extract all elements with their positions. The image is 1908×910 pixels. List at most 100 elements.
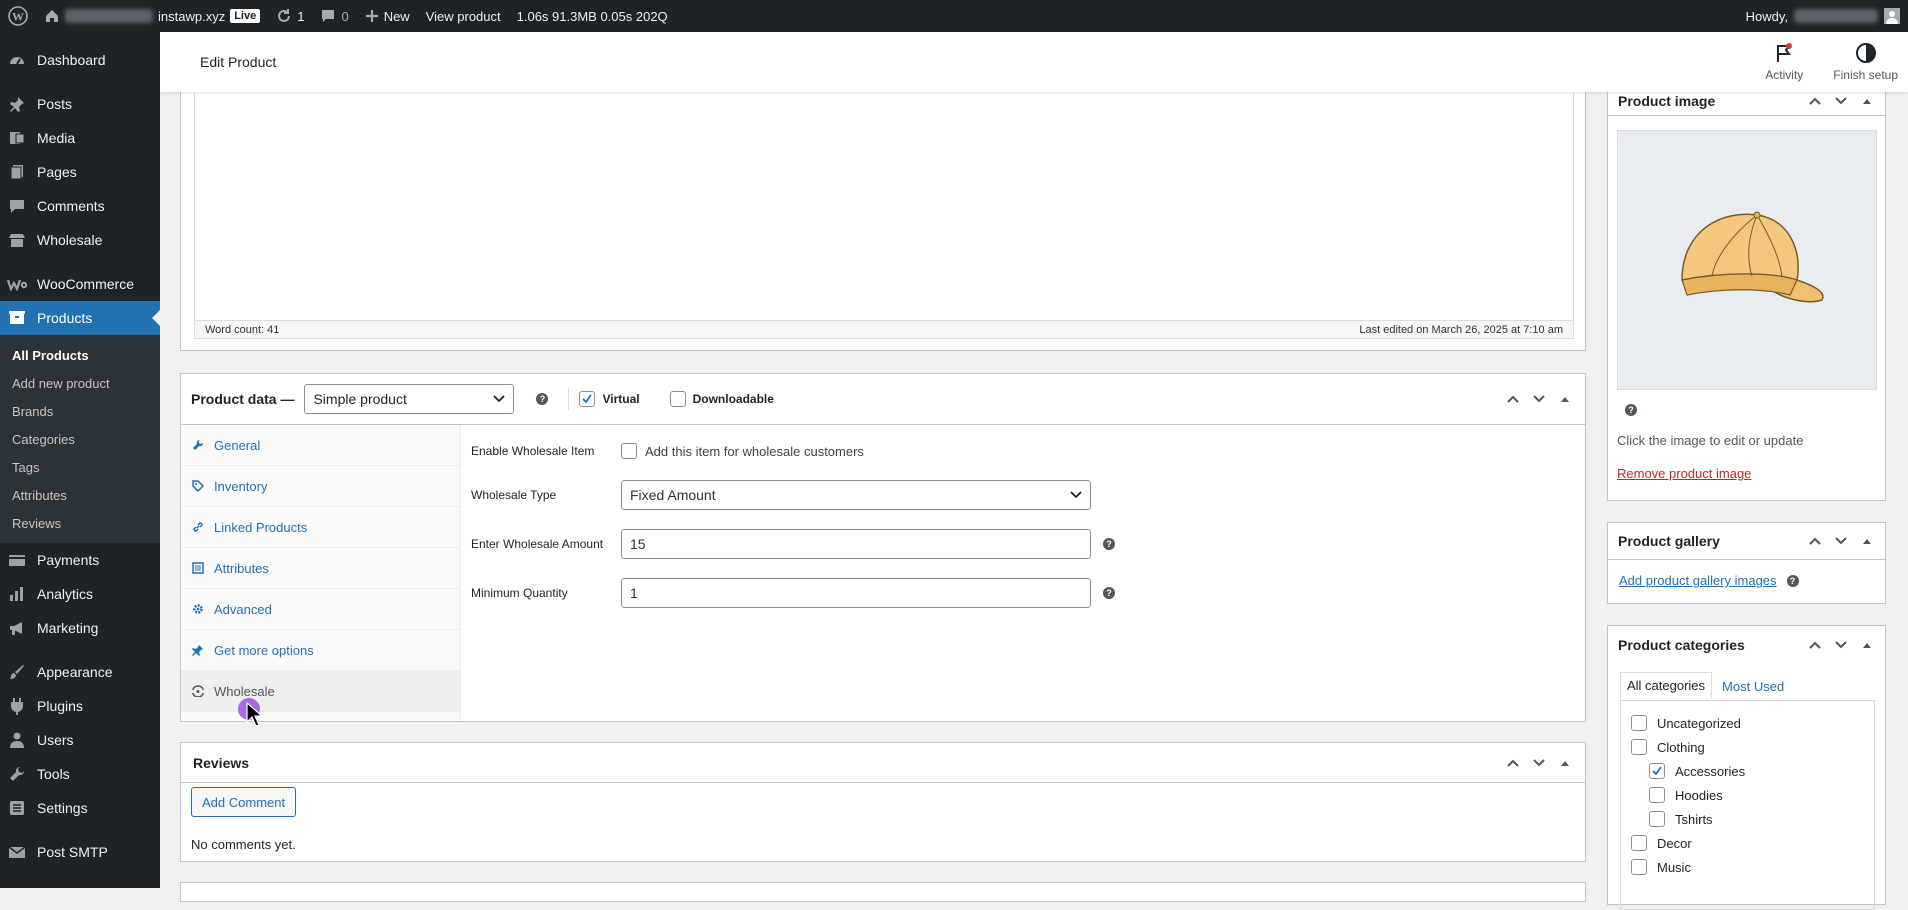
- menu-label: Products: [37, 310, 93, 326]
- move-up-icon[interactable]: [1807, 637, 1823, 653]
- collapse-toggle-icon[interactable]: [1557, 755, 1573, 771]
- category-item[interactable]: Hoodies: [1631, 783, 1864, 807]
- comments-link[interactable]: 0: [312, 0, 356, 32]
- category-checkbox[interactable]: [1631, 859, 1647, 875]
- submenu-brands[interactable]: Brands: [0, 397, 160, 425]
- collapse-toggle-icon[interactable]: [1859, 93, 1875, 109]
- wholesale-type-select[interactable]: Fixed Amount: [621, 480, 1091, 510]
- tab-linked-products[interactable]: Linked Products: [181, 507, 460, 548]
- menu-settings[interactable]: Settings: [0, 791, 160, 825]
- menu-products[interactable]: Products: [0, 301, 160, 335]
- view-product-label: View product: [425, 8, 501, 24]
- submenu-attributes[interactable]: Attributes: [0, 481, 160, 509]
- submenu-categories[interactable]: Categories: [0, 425, 160, 453]
- collapse-toggle-icon[interactable]: [1557, 391, 1573, 407]
- site-name-link[interactable]: instawp.xyz Live: [36, 0, 268, 32]
- wp-logo-icon[interactable]: W: [0, 0, 36, 32]
- category-checkbox[interactable]: [1649, 787, 1665, 803]
- tab-all-categories[interactable]: All categories: [1620, 672, 1713, 699]
- product-image-hint: Click the image to edit or update: [1617, 433, 1804, 448]
- menu-payments[interactable]: Payments: [0, 543, 160, 577]
- updates-link[interactable]: 1: [268, 0, 312, 32]
- move-up-icon[interactable]: [1807, 533, 1823, 549]
- admin-sidebar: Dashboard Posts Media Pages Comments Who…: [0, 32, 160, 888]
- category-item[interactable]: Decor: [1631, 831, 1864, 855]
- tab-inventory[interactable]: Inventory: [181, 466, 460, 507]
- query-stats[interactable]: 1.06s 91.3MB 0.05s 202Q: [509, 0, 676, 32]
- tab-attributes[interactable]: Attributes: [181, 548, 460, 589]
- category-checkbox[interactable]: [1649, 763, 1665, 779]
- editor-content-area[interactable]: [194, 92, 1574, 321]
- gallery-help-icon[interactable]: ?: [1786, 574, 1799, 587]
- tab-general[interactable]: General: [181, 425, 460, 466]
- product-type-select[interactable]: Simple product: [304, 384, 515, 414]
- tab-most-used[interactable]: Most Used: [1714, 674, 1792, 699]
- finish-setup-button[interactable]: Finish setup: [1833, 32, 1898, 92]
- collapse-toggle-icon[interactable]: [1859, 533, 1875, 549]
- tab-most-used-label: Most Used: [1722, 679, 1785, 694]
- menu-post-smtp[interactable]: Post SMTP: [0, 835, 160, 869]
- category-item[interactable]: Tshirts: [1631, 807, 1864, 831]
- new-content-link[interactable]: New: [357, 0, 418, 32]
- move-up-icon[interactable]: [1807, 93, 1823, 109]
- move-down-icon[interactable]: [1531, 755, 1547, 771]
- tab-get-more-options[interactable]: Get more options: [181, 630, 460, 671]
- move-up-icon[interactable]: [1505, 391, 1521, 407]
- link-icon: [191, 521, 204, 534]
- downloadable-checkbox[interactable]: [669, 391, 686, 407]
- category-checkbox[interactable]: [1631, 739, 1647, 755]
- tab-wholesale[interactable]: Wholesale: [181, 671, 460, 712]
- category-checkbox[interactable]: [1631, 715, 1647, 731]
- wholesale-amount-label: Enter Wholesale Amount: [471, 537, 604, 551]
- minimum-quantity-input[interactable]: 1: [621, 578, 1091, 608]
- product-type-help-icon[interactable]: ?: [536, 393, 549, 405]
- product-image-help-icon[interactable]: ?: [1625, 404, 1637, 416]
- submenu-add-new-product[interactable]: Add new product: [0, 369, 160, 397]
- submenu-tags[interactable]: Tags: [0, 453, 160, 481]
- category-checkbox[interactable]: [1649, 811, 1665, 827]
- category-checkbox[interactable]: [1631, 835, 1647, 851]
- woo-header: Edit Product Activity Finish setup: [160, 32, 1908, 92]
- menu-dashboard[interactable]: Dashboard: [0, 43, 160, 77]
- move-up-icon[interactable]: [1505, 755, 1521, 771]
- category-item[interactable]: Uncategorized: [1631, 711, 1864, 735]
- menu-users[interactable]: Users: [0, 723, 160, 757]
- minimum-quantity-help-icon[interactable]: ?: [1103, 587, 1115, 599]
- wholesale-amount-help-icon[interactable]: ?: [1103, 538, 1115, 550]
- category-item[interactable]: Music: [1631, 855, 1864, 879]
- move-down-icon[interactable]: [1833, 637, 1849, 653]
- menu-woocommerce[interactable]: WooCommerce: [0, 267, 160, 301]
- virtual-checkbox[interactable]: [579, 391, 596, 407]
- add-comment-button[interactable]: Add Comment: [191, 787, 297, 817]
- menu-comments[interactable]: Comments: [0, 189, 160, 223]
- product-image-thumbnail[interactable]: [1617, 130, 1877, 390]
- menu-analytics[interactable]: Analytics: [0, 577, 160, 611]
- view-product-link[interactable]: View product: [418, 0, 509, 32]
- category-item[interactable]: Accessories: [1631, 759, 1864, 783]
- submenu-reviews[interactable]: Reviews: [0, 509, 160, 537]
- menu-pages[interactable]: Pages: [0, 155, 160, 189]
- menu-plugins[interactable]: Plugins: [0, 689, 160, 723]
- menu-marketing[interactable]: Marketing: [0, 611, 160, 645]
- admin-bar: W instawp.xyz Live 1 0 New View product …: [0, 0, 1908, 32]
- wholesale-amount-input[interactable]: 15: [621, 529, 1091, 559]
- product-categories-title: Product categories: [1618, 637, 1745, 653]
- move-down-icon[interactable]: [1531, 391, 1547, 407]
- collapse-toggle-icon[interactable]: [1859, 637, 1875, 653]
- submenu-all-products[interactable]: All Products: [0, 341, 160, 369]
- menu-media[interactable]: Media: [0, 121, 160, 155]
- my-account[interactable]: Howdy,: [1746, 8, 1908, 24]
- menu-tools[interactable]: Tools: [0, 757, 160, 791]
- move-down-icon[interactable]: [1833, 93, 1849, 109]
- menu-appearance[interactable]: Appearance: [0, 655, 160, 689]
- product-gallery-title: Product gallery: [1618, 533, 1720, 549]
- tab-advanced[interactable]: Advanced: [181, 589, 460, 630]
- add-gallery-images-link[interactable]: Add product gallery images: [1619, 573, 1777, 588]
- category-item[interactable]: Clothing: [1631, 735, 1864, 759]
- move-down-icon[interactable]: [1833, 533, 1849, 549]
- enable-wholesale-checkbox[interactable]: [621, 443, 637, 459]
- menu-posts[interactable]: Posts: [0, 87, 160, 121]
- remove-product-image-link[interactable]: Remove product image: [1617, 466, 1751, 481]
- menu-wholesale[interactable]: Wholesale: [0, 223, 160, 257]
- activity-button[interactable]: Activity: [1765, 32, 1803, 92]
